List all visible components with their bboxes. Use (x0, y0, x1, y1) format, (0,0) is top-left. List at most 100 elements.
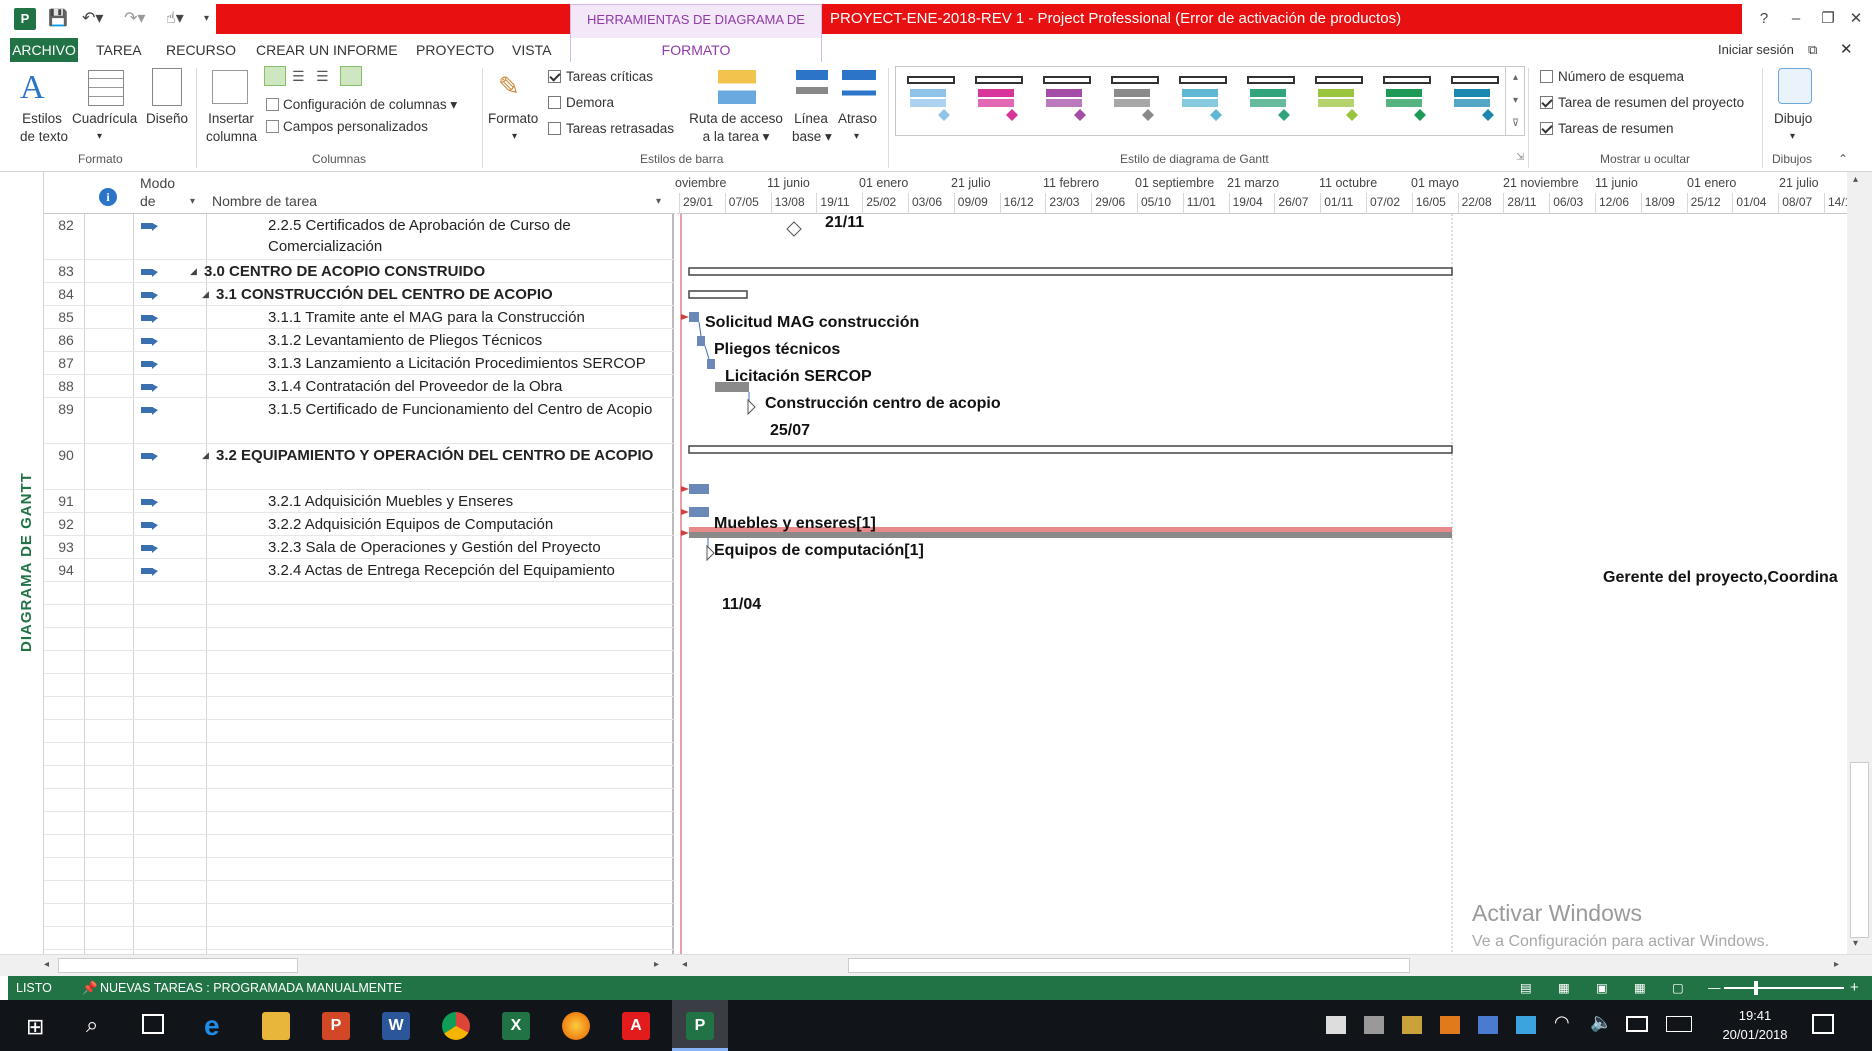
tray-icon-4[interactable] (1440, 1016, 1460, 1034)
format-dropdown-icon[interactable]: ▾ (512, 128, 517, 146)
text-styles-button[interactable]: Estilos de texto (20, 110, 68, 146)
acrobat-icon[interactable]: A (622, 1012, 650, 1040)
critical-tasks-checkbox[interactable]: Tareas críticas (548, 68, 653, 86)
task-name[interactable]: 3.2.2 Adquisición Equipos de Computación (268, 514, 656, 535)
grid-scroll-thumb[interactable] (58, 958, 298, 973)
empty-row[interactable] (44, 720, 675, 743)
table-row[interactable]: 90 ◢ 3.2 EQUIPAMIENTO Y OPERACIÓN DEL CENT… (44, 444, 675, 490)
gantt-scroll-right-icon[interactable]: ▸ (1834, 959, 1839, 970)
slippage-dropdown-icon[interactable]: ▾ (854, 128, 859, 146)
view-report-icon[interactable]: ▢ (1672, 976, 1684, 1000)
tray-icon-6[interactable] (1516, 1016, 1536, 1034)
task-bar-92[interactable] (689, 507, 709, 517)
drawing-button[interactable]: Dibujo (1774, 110, 1812, 128)
milestone-82[interactable] (786, 221, 802, 237)
manual-schedule-icon[interactable] (140, 565, 162, 579)
manual-schedule-icon[interactable] (140, 496, 162, 510)
table-row[interactable]: 84 ◢ 3.1 CONSTRUCCIÓN DEL CENTRO DE ACOPIO (44, 283, 675, 306)
collapse-toggle-icon[interactable]: ◢ (202, 289, 209, 300)
view-team-planner-icon[interactable]: ▣ (1596, 976, 1608, 1000)
collapse-toggle-icon[interactable]: ◢ (190, 266, 197, 277)
empty-row[interactable] (44, 605, 675, 628)
link-86-87[interactable] (704, 345, 710, 360)
arrow-92[interactable] (681, 509, 689, 515)
manual-schedule-icon[interactable] (140, 312, 162, 326)
align-center-icon[interactable]: ☰ (292, 68, 305, 85)
empty-row[interactable] (44, 674, 675, 697)
text-styles-icon[interactable]: A (20, 68, 64, 108)
manual-schedule-icon[interactable] (140, 542, 162, 556)
manual-schedule-icon[interactable] (140, 404, 162, 418)
battery-icon[interactable] (1626, 1016, 1648, 1032)
table-row[interactable]: 89 3.1.5 Certificado de Funcionamiento de… (44, 398, 675, 444)
grid-scroll-left-icon[interactable]: ◂ (44, 959, 49, 970)
gantt-style-option[interactable] (1108, 75, 1164, 125)
milestone-89[interactable] (747, 398, 756, 416)
summary-bar-83[interactable] (688, 267, 1453, 276)
layout-button[interactable]: Diseño (146, 110, 188, 128)
header-mode[interactable]: Modo de (140, 174, 175, 210)
gantt-style-option[interactable] (1244, 75, 1300, 125)
header-task-name[interactable]: Nombre de tarea (212, 192, 317, 210)
milestone-94[interactable] (706, 544, 715, 562)
info-icon[interactable]: i (99, 188, 117, 206)
table-row[interactable]: 88 3.1.4 Contratación del Proveedor de la… (44, 375, 675, 398)
collapse-ribbon-icon[interactable]: ⌃ (1838, 152, 1848, 166)
word-icon[interactable]: W (382, 1012, 410, 1040)
drawing-icon[interactable] (1778, 68, 1812, 104)
table-row[interactable]: 83 ◢ 3.0 CENTRO DE ACOPIO CONSTRUIDO (44, 260, 675, 283)
task-name[interactable]: 3.2.1 Adquisición Muebles y Enseres (268, 491, 656, 512)
gantt-vertical-scrollbar[interactable]: ▴ ▾ (1847, 172, 1872, 954)
minimize-button[interactable]: – (1780, 4, 1812, 34)
table-row[interactable]: 85 3.1.1 Tramite ante el MAG para la Cons… (44, 306, 675, 329)
empty-row[interactable] (44, 582, 675, 605)
baseline-icon[interactable] (796, 70, 828, 104)
task-bar-86[interactable] (697, 336, 705, 346)
gantt-scroll-left-icon[interactable]: ◂ (682, 959, 687, 970)
empty-row[interactable] (44, 812, 675, 835)
column-settings-button[interactable]: Configuración de columnas ▾ (266, 96, 457, 114)
task-name[interactable]: 3.1.2 Levantamiento de Pliegos Técnicos (268, 330, 656, 351)
task-path-button[interactable]: Ruta de acceso a la tarea ▾ (686, 110, 786, 146)
windows-start-icon[interactable]: ⊞ (26, 1014, 44, 1040)
mode-filter-icon[interactable]: ▾ (190, 196, 195, 207)
empty-row[interactable] (44, 651, 675, 674)
notifications-icon[interactable] (1812, 1014, 1834, 1034)
tab-tarea[interactable]: TAREA (96, 38, 142, 62)
manual-schedule-icon[interactable] (140, 335, 162, 349)
ribbon-display-icon[interactable]: ⧉ (1808, 38, 1817, 62)
tab-proyecto[interactable]: PROYECTO (416, 38, 494, 62)
task-name[interactable]: 3.1 CONSTRUCCIÓN DEL CENTRO DE ACOPIO (216, 284, 656, 305)
vertical-scroll-thumb[interactable] (1850, 762, 1869, 938)
manual-schedule-icon[interactable] (140, 289, 162, 303)
task-name[interactable]: 3.2.3 Sala de Operaciones y Gestión del … (268, 537, 656, 558)
empty-row[interactable] (44, 789, 675, 812)
tab-crear-informe[interactable]: CREAR UN INFORME (256, 38, 398, 62)
gantt-style-option[interactable] (1312, 75, 1368, 125)
custom-fields-button[interactable]: Campos personalizados (266, 118, 428, 136)
tab-vista[interactable]: VISTA (512, 38, 551, 62)
powerpoint-icon[interactable]: P (322, 1012, 350, 1040)
grid-scroll-right-icon[interactable]: ▸ (654, 959, 659, 970)
undo-icon[interactable]: ↶▾ (82, 6, 103, 32)
slippage-icon[interactable] (842, 70, 876, 104)
tray-icon-2[interactable] (1364, 1016, 1384, 1034)
excel-icon[interactable]: X (502, 1012, 530, 1040)
name-filter-icon[interactable]: ▾ (656, 196, 661, 207)
table-row[interactable]: 93 3.2.3 Sala de Operaciones y Gestión de… (44, 536, 675, 559)
gantt-style-option[interactable] (1380, 75, 1436, 125)
dialog-launcher-icon[interactable]: ⇲ (1516, 152, 1524, 163)
manual-schedule-icon[interactable] (140, 519, 162, 533)
project-summary-checkbox[interactable]: Tarea de resumen del proyecto (1540, 94, 1744, 112)
arrow-91[interactable] (681, 486, 689, 492)
gantt-style-option[interactable] (1448, 75, 1504, 125)
view-resource-sheet-icon[interactable]: ▦ (1634, 976, 1646, 1000)
table-row[interactable]: 82 2.2.5 Certificados de Aprobación de Cu… (44, 214, 675, 260)
summary-bar-84[interactable] (688, 290, 748, 299)
project-icon[interactable]: P (686, 1012, 714, 1040)
customize-qat-icon[interactable]: ▾ (204, 6, 209, 32)
gridlines-dropdown-icon[interactable]: ▾ (97, 128, 102, 146)
search-icon[interactable]: ⌕ (86, 1012, 98, 1038)
view-label-gantt[interactable]: DIAGRAMA DE GANTT (18, 472, 35, 652)
wifi-icon[interactable]: ◠ (1554, 1012, 1570, 1033)
